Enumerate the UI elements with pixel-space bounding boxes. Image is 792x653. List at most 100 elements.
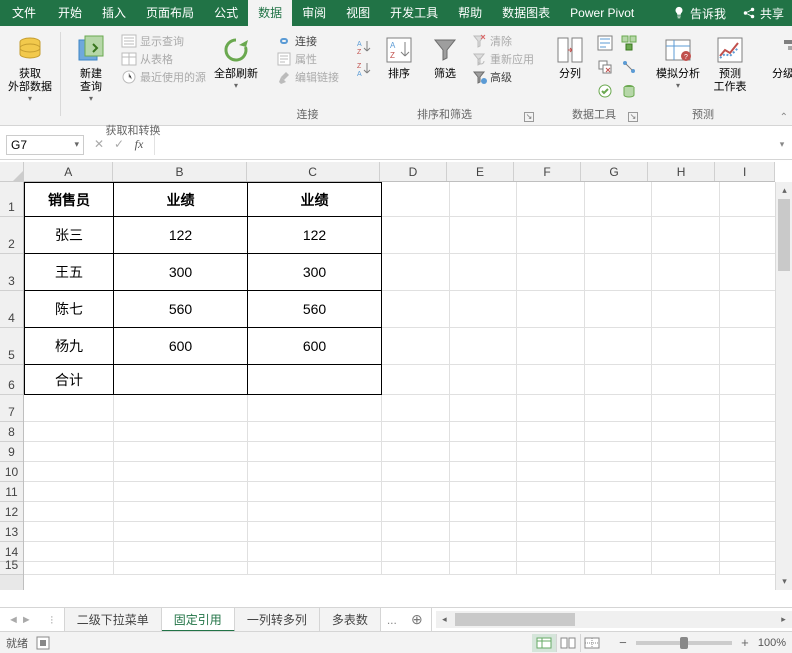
view-page-layout-button[interactable] <box>556 634 580 652</box>
cell-I3[interactable] <box>720 254 780 291</box>
cell-B14[interactable] <box>114 542 248 562</box>
zoom-value[interactable]: 100% <box>758 637 786 649</box>
cell-C4[interactable]: 560 <box>248 291 382 328</box>
cell-G10[interactable] <box>585 462 652 482</box>
zoom-in-button[interactable]: + <box>738 635 752 650</box>
edit-links-button[interactable]: 编辑链接 <box>274 68 341 86</box>
cell-D12[interactable] <box>382 502 450 522</box>
row-header-3[interactable]: 3 <box>0 254 23 291</box>
expand-formula-bar[interactable]: ▾ <box>772 139 792 150</box>
cell-D8[interactable] <box>382 422 450 442</box>
cell-F15[interactable] <box>517 562 585 575</box>
tab-page-layout[interactable]: 页面布局 <box>136 0 204 26</box>
outline-button[interactable]: 分级显示 ▾ <box>766 28 792 92</box>
cell-B11[interactable] <box>114 482 248 502</box>
col-header-B[interactable]: B <box>113 162 246 181</box>
remove-duplicates-button[interactable] <box>594 56 616 78</box>
reapply-button[interactable]: 重新应用 <box>469 50 536 68</box>
cell-E6[interactable] <box>450 365 517 395</box>
sheet-nav-prev[interactable]: ◄ <box>8 614 19 626</box>
tab-split-handle[interactable]: ⁝ <box>40 613 64 627</box>
cell-C15[interactable] <box>248 562 382 575</box>
dialog-launcher-icon[interactable]: ↘ <box>628 112 638 122</box>
cell-I2[interactable] <box>720 217 780 254</box>
tab-developer[interactable]: 开发工具 <box>380 0 448 26</box>
row-header-15[interactable]: 15 <box>0 562 23 575</box>
row-header-1[interactable]: 1 <box>0 182 23 217</box>
cell-B12[interactable] <box>114 502 248 522</box>
get-external-data-button[interactable]: 获取 外部数据 ▾ <box>4 28 56 105</box>
row-header-10[interactable]: 10 <box>0 462 23 482</box>
cell-A6[interactable]: 合计 <box>24 365 114 395</box>
tab-home[interactable]: 开始 <box>48 0 92 26</box>
cell-I13[interactable] <box>720 522 780 542</box>
cell-G9[interactable] <box>585 442 652 462</box>
col-header-F[interactable]: F <box>514 162 582 181</box>
cell-E14[interactable] <box>450 542 517 562</box>
cell-D3[interactable] <box>382 254 450 291</box>
scroll-thumb-v[interactable] <box>778 199 790 271</box>
cell-B8[interactable] <box>114 422 248 442</box>
row-header-8[interactable]: 8 <box>0 422 23 442</box>
sheet-tab-2[interactable]: 一列转多列 <box>235 608 320 632</box>
cell-A2[interactable]: 张三 <box>24 217 114 254</box>
cell-F6[interactable] <box>517 365 585 395</box>
add-sheet-button[interactable]: ⊕ <box>403 611 431 628</box>
cell-D10[interactable] <box>382 462 450 482</box>
cell-D9[interactable] <box>382 442 450 462</box>
cell-D11[interactable] <box>382 482 450 502</box>
cell-G12[interactable] <box>585 502 652 522</box>
cell-H12[interactable] <box>652 502 720 522</box>
advanced-filter-button[interactable]: 高级 <box>469 68 536 86</box>
cell-C1[interactable]: 业绩 <box>248 182 382 217</box>
cell-G14[interactable] <box>585 542 652 562</box>
cell-C12[interactable] <box>248 502 382 522</box>
cell-A5[interactable]: 杨九 <box>24 328 114 365</box>
scroll-thumb-h[interactable] <box>455 613 575 626</box>
consolidate-button[interactable] <box>618 32 640 54</box>
cell-G6[interactable] <box>585 365 652 395</box>
cell-H13[interactable] <box>652 522 720 542</box>
filter-button[interactable]: 筛选 <box>423 28 467 83</box>
clear-filter-button[interactable]: 清除 <box>469 32 536 50</box>
cell-D6[interactable] <box>382 365 450 395</box>
cell-H15[interactable] <box>652 562 720 575</box>
cells-area[interactable]: 销售员业绩业绩张三122122王五300300陈七560560杨九600600合… <box>24 182 775 590</box>
cell-B2[interactable]: 122 <box>114 217 248 254</box>
row-header-6[interactable]: 6 <box>0 365 23 395</box>
cell-E10[interactable] <box>450 462 517 482</box>
cell-E7[interactable] <box>450 395 517 422</box>
cell-C10[interactable] <box>248 462 382 482</box>
cell-A10[interactable] <box>24 462 114 482</box>
cell-E4[interactable] <box>450 291 517 328</box>
cell-C9[interactable] <box>248 442 382 462</box>
tab-data-chart[interactable]: 数据图表 <box>492 0 560 26</box>
cell-B7[interactable] <box>114 395 248 422</box>
cell-H7[interactable] <box>652 395 720 422</box>
scroll-up-button[interactable]: ▴ <box>776 182 792 199</box>
cell-B9[interactable] <box>114 442 248 462</box>
cell-C13[interactable] <box>248 522 382 542</box>
cell-E8[interactable] <box>450 422 517 442</box>
cell-I6[interactable] <box>720 365 780 395</box>
cell-I5[interactable] <box>720 328 780 365</box>
cell-C5[interactable]: 600 <box>248 328 382 365</box>
cell-I4[interactable] <box>720 291 780 328</box>
cell-H1[interactable] <box>652 182 720 217</box>
properties-button[interactable]: 属性 <box>274 50 341 68</box>
tab-help[interactable]: 帮助 <box>448 0 492 26</box>
text-to-columns-button[interactable]: 分列 <box>548 28 592 83</box>
cell-D14[interactable] <box>382 542 450 562</box>
cell-A7[interactable] <box>24 395 114 422</box>
row-header-2[interactable]: 2 <box>0 217 23 254</box>
cell-B10[interactable] <box>114 462 248 482</box>
cell-E15[interactable] <box>450 562 517 575</box>
cell-F14[interactable] <box>517 542 585 562</box>
row-header-11[interactable]: 11 <box>0 482 23 502</box>
cell-A13[interactable] <box>24 522 114 542</box>
tab-review[interactable]: 审阅 <box>292 0 336 26</box>
manage-data-model-button[interactable] <box>618 80 640 102</box>
cell-I11[interactable] <box>720 482 780 502</box>
cell-F1[interactable] <box>517 182 585 217</box>
scroll-down-button[interactable]: ▾ <box>776 573 792 590</box>
